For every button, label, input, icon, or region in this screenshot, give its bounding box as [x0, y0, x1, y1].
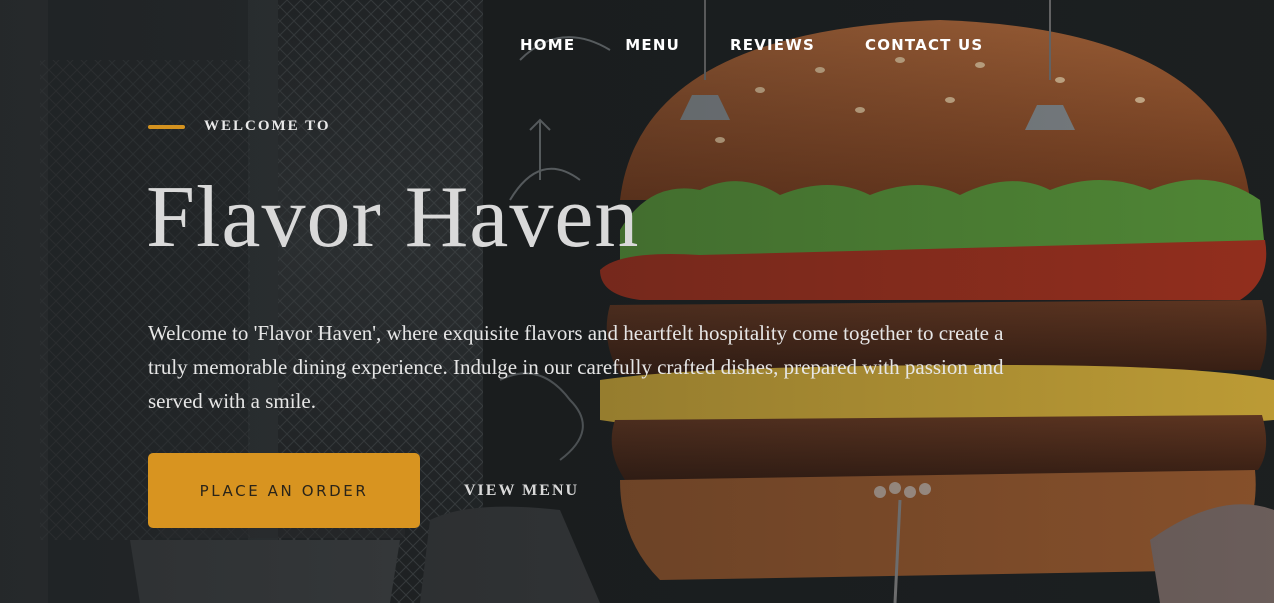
place-order-button[interactable]: PLACE AN ORDER	[148, 453, 420, 528]
nav-home[interactable]: HOME	[520, 36, 575, 54]
view-menu-button[interactable]: VIEW MENU	[464, 478, 579, 504]
nav-contact-us[interactable]: CONTACT US	[865, 36, 983, 54]
main-nav: HOME MENU REVIEWS CONTACT US	[520, 36, 1033, 54]
eyebrow-text: WELCOME TO	[204, 118, 331, 134]
hero-description: Welcome to 'Flavor Haven', where exquisi…	[148, 321, 1004, 413]
nav-menu[interactable]: MENU	[625, 36, 680, 54]
accent-bar	[148, 124, 185, 129]
hero-eyebrow: WELCOME TO	[148, 118, 331, 135]
nav-reviews[interactable]: REVIEWS	[730, 36, 815, 54]
hero-title: Flavor Haven	[146, 169, 640, 266]
